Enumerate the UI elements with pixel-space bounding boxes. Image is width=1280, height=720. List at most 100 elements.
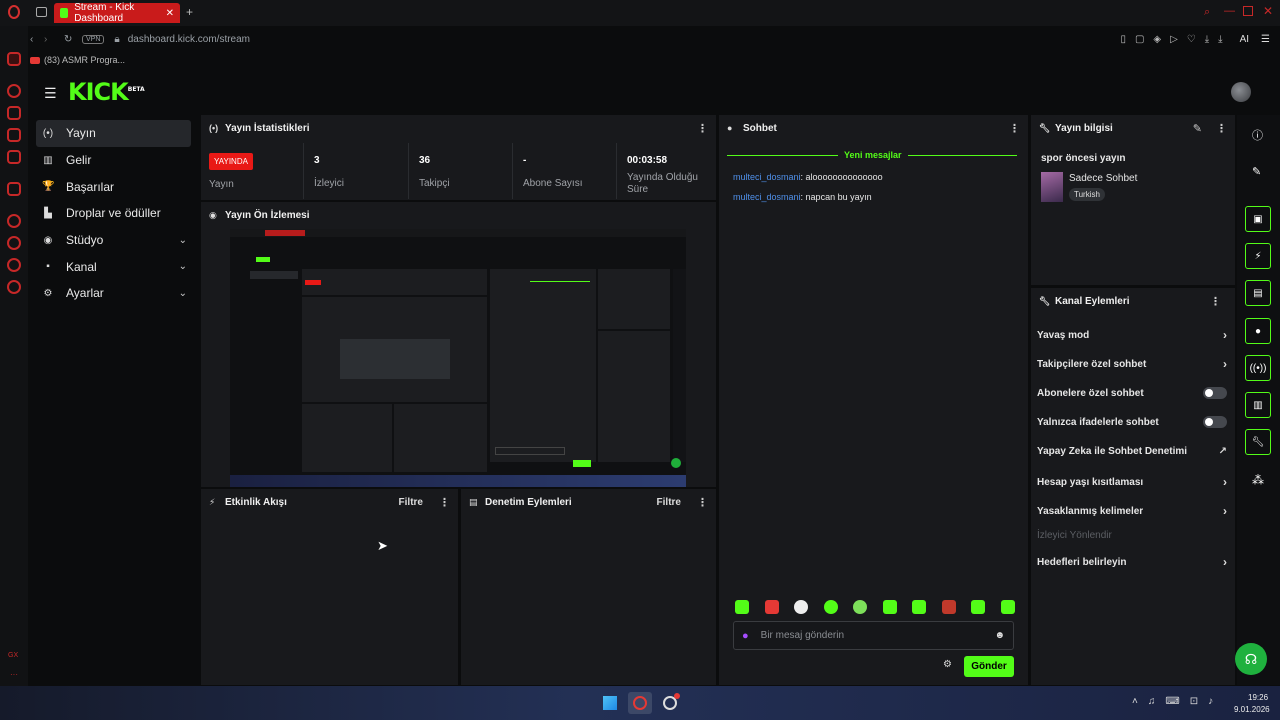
- chat-username[interactable]: multeci_dosmani: [733, 172, 801, 182]
- sidebar-chat-icon[interactable]: [7, 258, 21, 272]
- emote-icon[interactable]: [1000, 600, 1015, 614]
- emote-icon[interactable]: [794, 600, 809, 614]
- sidebar-messenger-icon[interactable]: [7, 150, 21, 164]
- windows-start-icon[interactable]: [603, 696, 617, 710]
- rail-wrench-icon[interactable]: 🔧︎: [1245, 429, 1271, 455]
- tab-overview-icon[interactable]: [36, 7, 47, 17]
- emote-icon[interactable]: [912, 600, 927, 614]
- emote-icon[interactable]: [764, 600, 779, 614]
- sidebar-gx-icon[interactable]: [7, 52, 21, 66]
- subscribers-only-toggle[interactable]: [1203, 387, 1227, 399]
- browser-tab-active[interactable]: Stream - Kick Dashboard ✕: [54, 2, 180, 24]
- emote-only-toggle[interactable]: [1203, 416, 1227, 428]
- sidebar-more-icon[interactable]: ···: [10, 670, 18, 679]
- preview-stream-info: [598, 269, 670, 329]
- stream-preview-video[interactable]: [230, 229, 686, 487]
- action-ai-moderation[interactable]: Yapay Zeka ile Sohbet Denetimi ↗: [1037, 446, 1227, 457]
- category-name[interactable]: Sadece Sohbet: [1069, 173, 1137, 184]
- maximize-icon[interactable]: [1243, 6, 1253, 16]
- pencil-icon[interactable]: ✎: [1252, 165, 1261, 178]
- emote-icon[interactable]: [941, 600, 956, 614]
- reload-icon[interactable]: ↻: [64, 34, 82, 45]
- rail-chat-icon[interactable]: ●: [1245, 318, 1271, 344]
- close-window-icon[interactable]: ✕: [1263, 4, 1273, 18]
- action-followers-only[interactable]: Takipçilere özel sohbet ›: [1037, 357, 1227, 371]
- chat-username[interactable]: multeci_dosmani: [733, 192, 801, 202]
- tray-icons[interactable]: ˄♫⌨⊡♪: [1132, 696, 1223, 707]
- sidebar-settings-icon[interactable]: [7, 280, 21, 294]
- rail-document-icon[interactable]: ▤: [1245, 280, 1271, 306]
- chat-settings-gear-icon[interactable]: ⚙: [943, 659, 952, 670]
- stat-value: 36: [419, 155, 431, 166]
- forward-icon[interactable]: ›: [44, 34, 64, 45]
- filter-button[interactable]: Filtre: [399, 497, 423, 508]
- more-options-icon[interactable]: ⋮: [1210, 295, 1221, 308]
- rail-lightning-icon[interactable]: ⚡︎: [1245, 243, 1271, 269]
- nav-item-yayin[interactable]: (•) Yayın: [36, 120, 191, 147]
- stat-label: Abone Sayısı: [523, 178, 583, 189]
- sidebar-clock-icon[interactable]: [7, 236, 21, 250]
- nav-item-droplar[interactable]: ▙ Droplar ve ödüller: [36, 200, 191, 227]
- nav-label: Ayarlar: [66, 286, 104, 301]
- bookmark-item[interactable]: (83) ASMR Progra...: [44, 55, 125, 65]
- kick-logo[interactable]: KICKBETA: [68, 78, 145, 106]
- chat-input[interactable]: ● Bir mesaj gönderin ☻: [733, 621, 1014, 650]
- menu-icon[interactable]: ☰: [1261, 34, 1270, 45]
- new-tab-button[interactable]: +: [186, 5, 193, 19]
- minimize-icon[interactable]: —: [1224, 5, 1235, 17]
- clock-date[interactable]: 9.01.2026: [1234, 705, 1270, 714]
- windows-taskbar: ˄♫⌨⊡♪ 19:26 9.01.2026: [0, 686, 1280, 720]
- clock-time[interactable]: 19:26: [1248, 693, 1268, 702]
- emote-icon[interactable]: [853, 600, 868, 614]
- close-tab-icon[interactable]: ✕: [166, 8, 174, 19]
- sidebar-twitch-icon[interactable]: [7, 128, 21, 142]
- toolbar-icons[interactable]: ▯▢◈▷♡⤓⤓: [1120, 34, 1231, 45]
- microphone-icon[interactable]: ●: [742, 630, 749, 642]
- more-options-icon[interactable]: ⋮: [697, 122, 708, 135]
- emote-icon[interactable]: [735, 600, 749, 614]
- ai-button[interactable]: AI: [1240, 34, 1249, 45]
- back-icon[interactable]: ‹: [30, 34, 44, 45]
- more-options-icon[interactable]: ⋮: [1216, 122, 1227, 135]
- emoji-icon[interactable]: ☻: [994, 630, 1005, 641]
- action-banned-words[interactable]: Yasaklanmış kelimeler ›: [1037, 504, 1227, 518]
- vpn-badge[interactable]: VPN: [82, 34, 105, 44]
- nav-item-ayarlar[interactable]: ⚙ Ayarlar ⌄: [36, 280, 191, 307]
- rail-broadcast-icon[interactable]: ((•)): [1245, 355, 1271, 381]
- nav-item-kanal[interactable]: ▪ Kanal ⌄: [36, 253, 191, 280]
- opera-gx-icon: [633, 696, 647, 710]
- emote-icon[interactable]: [823, 600, 838, 614]
- sidebar-gx-label-icon[interactable]: GX: [8, 652, 18, 659]
- search-icon[interactable]: ⌕: [1204, 6, 1210, 19]
- rail-layout-icon[interactable]: ▥: [1245, 392, 1271, 418]
- revenue-icon: ▥: [43, 154, 53, 166]
- preview-nav-active: [250, 271, 298, 279]
- sidebar-discord-icon[interactable]: [7, 182, 21, 196]
- action-account-age[interactable]: Hesap yaşı kısıtlaması ›: [1037, 475, 1227, 489]
- url-field[interactable]: dashboard.kick.com/stream: [128, 34, 250, 45]
- more-options-icon[interactable]: ⋮: [1009, 122, 1020, 135]
- more-options-icon[interactable]: ⋮: [697, 496, 708, 509]
- sidebar-bag-icon[interactable]: [7, 106, 21, 120]
- more-options-icon[interactable]: ⋮: [439, 496, 450, 509]
- opera-logo-icon[interactable]: [8, 5, 20, 19]
- rail-stats-icon[interactable]: ▣: [1245, 206, 1271, 232]
- hamburger-menu-icon[interactable]: ☰: [44, 85, 57, 102]
- emote-icon[interactable]: [882, 600, 897, 614]
- sidebar-music-icon[interactable]: [7, 214, 21, 228]
- action-set-goals[interactable]: Hedefleri belirleyin ›: [1037, 555, 1227, 569]
- avatar[interactable]: [1231, 82, 1251, 102]
- nav-item-basarilar[interactable]: 🏆 Başarılar: [36, 173, 191, 200]
- edit-pencil-icon[interactable]: ✎: [1193, 122, 1202, 135]
- emote-icon[interactable]: [971, 600, 986, 614]
- sidebar-history-icon[interactable]: [7, 84, 21, 98]
- action-slow-mode[interactable]: Yavaş mod ›: [1037, 328, 1227, 342]
- filter-button[interactable]: Filtre: [657, 497, 681, 508]
- info-icon[interactable]: ⓘ: [1252, 127, 1263, 143]
- rail-apps-icon[interactable]: ⁂: [1252, 473, 1264, 487]
- nav-item-gelir[interactable]: ▥ Gelir: [36, 147, 191, 174]
- help-chat-button[interactable]: ☊: [1235, 643, 1267, 675]
- send-button[interactable]: Gönder: [964, 656, 1014, 677]
- preview-recursion-inner: [340, 339, 450, 379]
- nav-item-studyo[interactable]: ◉ Stüdyo ⌄: [36, 227, 191, 254]
